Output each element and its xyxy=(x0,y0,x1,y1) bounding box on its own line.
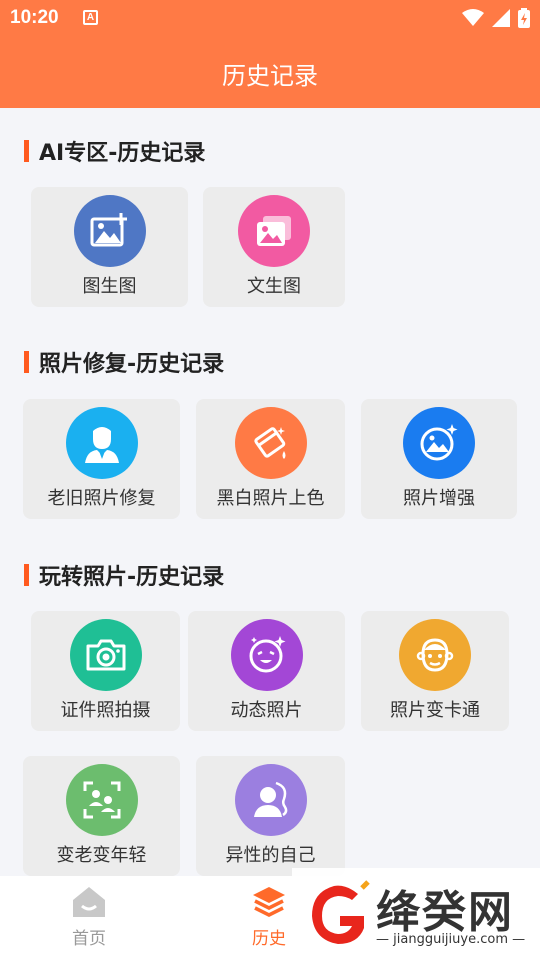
card-old-photo-repair[interactable]: 老旧照片修复 xyxy=(23,399,180,519)
card-label: 照片变卡通 xyxy=(390,700,480,721)
section-title-text: 玩转照片-历史记录 xyxy=(39,565,225,590)
watermark-domain: — jiangguijiuye.com — xyxy=(376,932,526,947)
person-portrait-icon xyxy=(65,407,138,479)
signal-icon xyxy=(492,9,510,27)
app-header: 10:20 A 历史记录 xyxy=(0,0,540,108)
card-gender-swap[interactable]: 异性的自己 xyxy=(196,756,345,876)
section-accent-bar xyxy=(24,140,29,162)
gallery-icon xyxy=(238,195,310,267)
watermark-logo-icon xyxy=(312,880,370,944)
battery-icon xyxy=(518,8,530,28)
card-live-photo[interactable]: 动态照片 xyxy=(188,611,345,731)
card-label: 文生图 xyxy=(247,276,301,297)
nav-home[interactable]: 首页 xyxy=(49,886,129,949)
face-sparkle-icon xyxy=(230,619,303,691)
card-img2img[interactable]: 图生图 xyxy=(31,187,188,307)
watermark-text: 绛癸网 xyxy=(376,887,514,938)
card-label: 黑白照片上色 xyxy=(216,488,325,509)
card-label: 动态照片 xyxy=(230,700,303,721)
layers-icon xyxy=(253,887,285,917)
paint-bucket-icon xyxy=(234,407,307,479)
gender-swap-icon xyxy=(234,764,307,836)
card-label: 证件照拍摄 xyxy=(60,700,151,721)
card-label: 变老变年轻 xyxy=(56,845,147,866)
card-photo-enhance[interactable]: 照片增强 xyxy=(361,399,517,519)
image-sparkle-icon xyxy=(403,407,475,479)
watermark: 绛癸网 — jiangguijiuye.com — xyxy=(292,868,540,960)
section-title-fun: 玩转照片-历史记录 xyxy=(24,559,224,591)
status-time: 10:20 xyxy=(10,7,59,28)
watermark-domain-text: jiangguijiuye.com xyxy=(393,932,508,947)
card-id-photo[interactable]: 证件照拍摄 xyxy=(31,611,180,731)
page-title: 历史记录 xyxy=(222,62,318,90)
wifi-icon xyxy=(462,9,484,26)
section-title-text: AI专区-历史记录 xyxy=(39,141,206,166)
notification-icon: A xyxy=(83,10,98,25)
section-accent-bar xyxy=(24,564,29,586)
section-accent-bar xyxy=(24,351,29,373)
face-scan-icon xyxy=(65,764,138,836)
cartoon-face-icon xyxy=(399,619,471,691)
image-add-icon xyxy=(73,195,146,267)
section-title-text: 照片修复-历史记录 xyxy=(39,352,225,377)
card-bw-colorize[interactable]: 黑白照片上色 xyxy=(196,399,345,519)
camera-icon xyxy=(69,619,142,691)
card-label: 异性的自己 xyxy=(225,845,316,866)
card-label: 图生图 xyxy=(82,276,137,297)
card-txt2img[interactable]: 文生图 xyxy=(203,187,345,307)
section-title-repair: 照片修复-历史记录 xyxy=(24,346,224,378)
home-icon xyxy=(73,887,105,917)
card-age-change[interactable]: 变老变年轻 xyxy=(23,756,180,876)
card-label: 老旧照片修复 xyxy=(47,488,156,509)
section-title-ai: AI专区-历史记录 xyxy=(24,135,205,167)
card-cartoon[interactable]: 照片变卡通 xyxy=(361,611,509,731)
status-bar: 10:20 A xyxy=(0,0,540,36)
card-label: 照片增强 xyxy=(403,488,475,509)
nav-home-label: 首页 xyxy=(72,929,106,949)
